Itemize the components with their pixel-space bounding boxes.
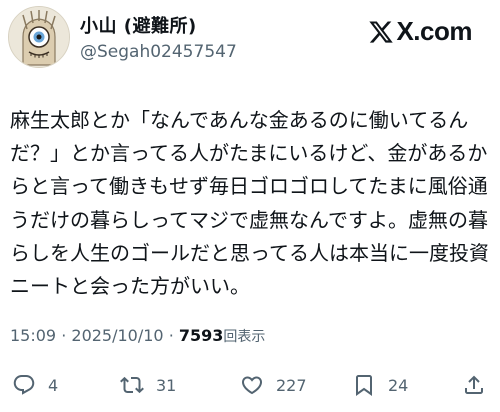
- action-bar: 4 31 227 24: [0, 369, 500, 401]
- like-button[interactable]: 227: [240, 369, 307, 401]
- user-handle[interactable]: @Segah02457547: [80, 42, 237, 62]
- meta-separator: ·: [61, 326, 67, 345]
- avatar[interactable]: [8, 6, 70, 68]
- like-count: 227: [276, 375, 307, 395]
- share-icon: [465, 375, 483, 394]
- display-name[interactable]: 小山 (避難所): [80, 12, 197, 38]
- repost-button[interactable]: 31: [120, 369, 176, 401]
- reply-count: 4: [48, 375, 59, 395]
- avatar-eye-face-icon: [9, 7, 69, 67]
- tweet-meta: 15:09 · 2025/10/10 · 7593回表示: [10, 326, 265, 346]
- bookmark-button[interactable]: 24: [352, 369, 408, 401]
- reply-icon: [13, 375, 35, 395]
- brand-link[interactable]: X.com: [368, 16, 472, 47]
- repost-count: 31: [156, 375, 177, 395]
- heart-icon: [241, 376, 263, 395]
- reply-button[interactable]: 4: [12, 369, 58, 401]
- share-button[interactable]: [462, 369, 486, 401]
- view-count-label: 回表示: [223, 329, 266, 345]
- view-count: 7593: [178, 326, 224, 345]
- tweet-time[interactable]: 15:09: [10, 326, 56, 345]
- tweet-text: 麻生太郎とか「なんであんな金あるのに働いてるんだ？」とか言ってる人がたまにいるけ…: [10, 108, 489, 299]
- bookmark-count: 24: [388, 375, 409, 395]
- repost-icon: [120, 376, 144, 394]
- bookmark-icon: [356, 375, 372, 396]
- tweet-date[interactable]: 2025/10/10: [71, 326, 163, 345]
- x-logo-icon: [369, 20, 394, 43]
- brand-label: X.com: [396, 16, 472, 46]
- meta-separator: ·: [168, 326, 174, 345]
